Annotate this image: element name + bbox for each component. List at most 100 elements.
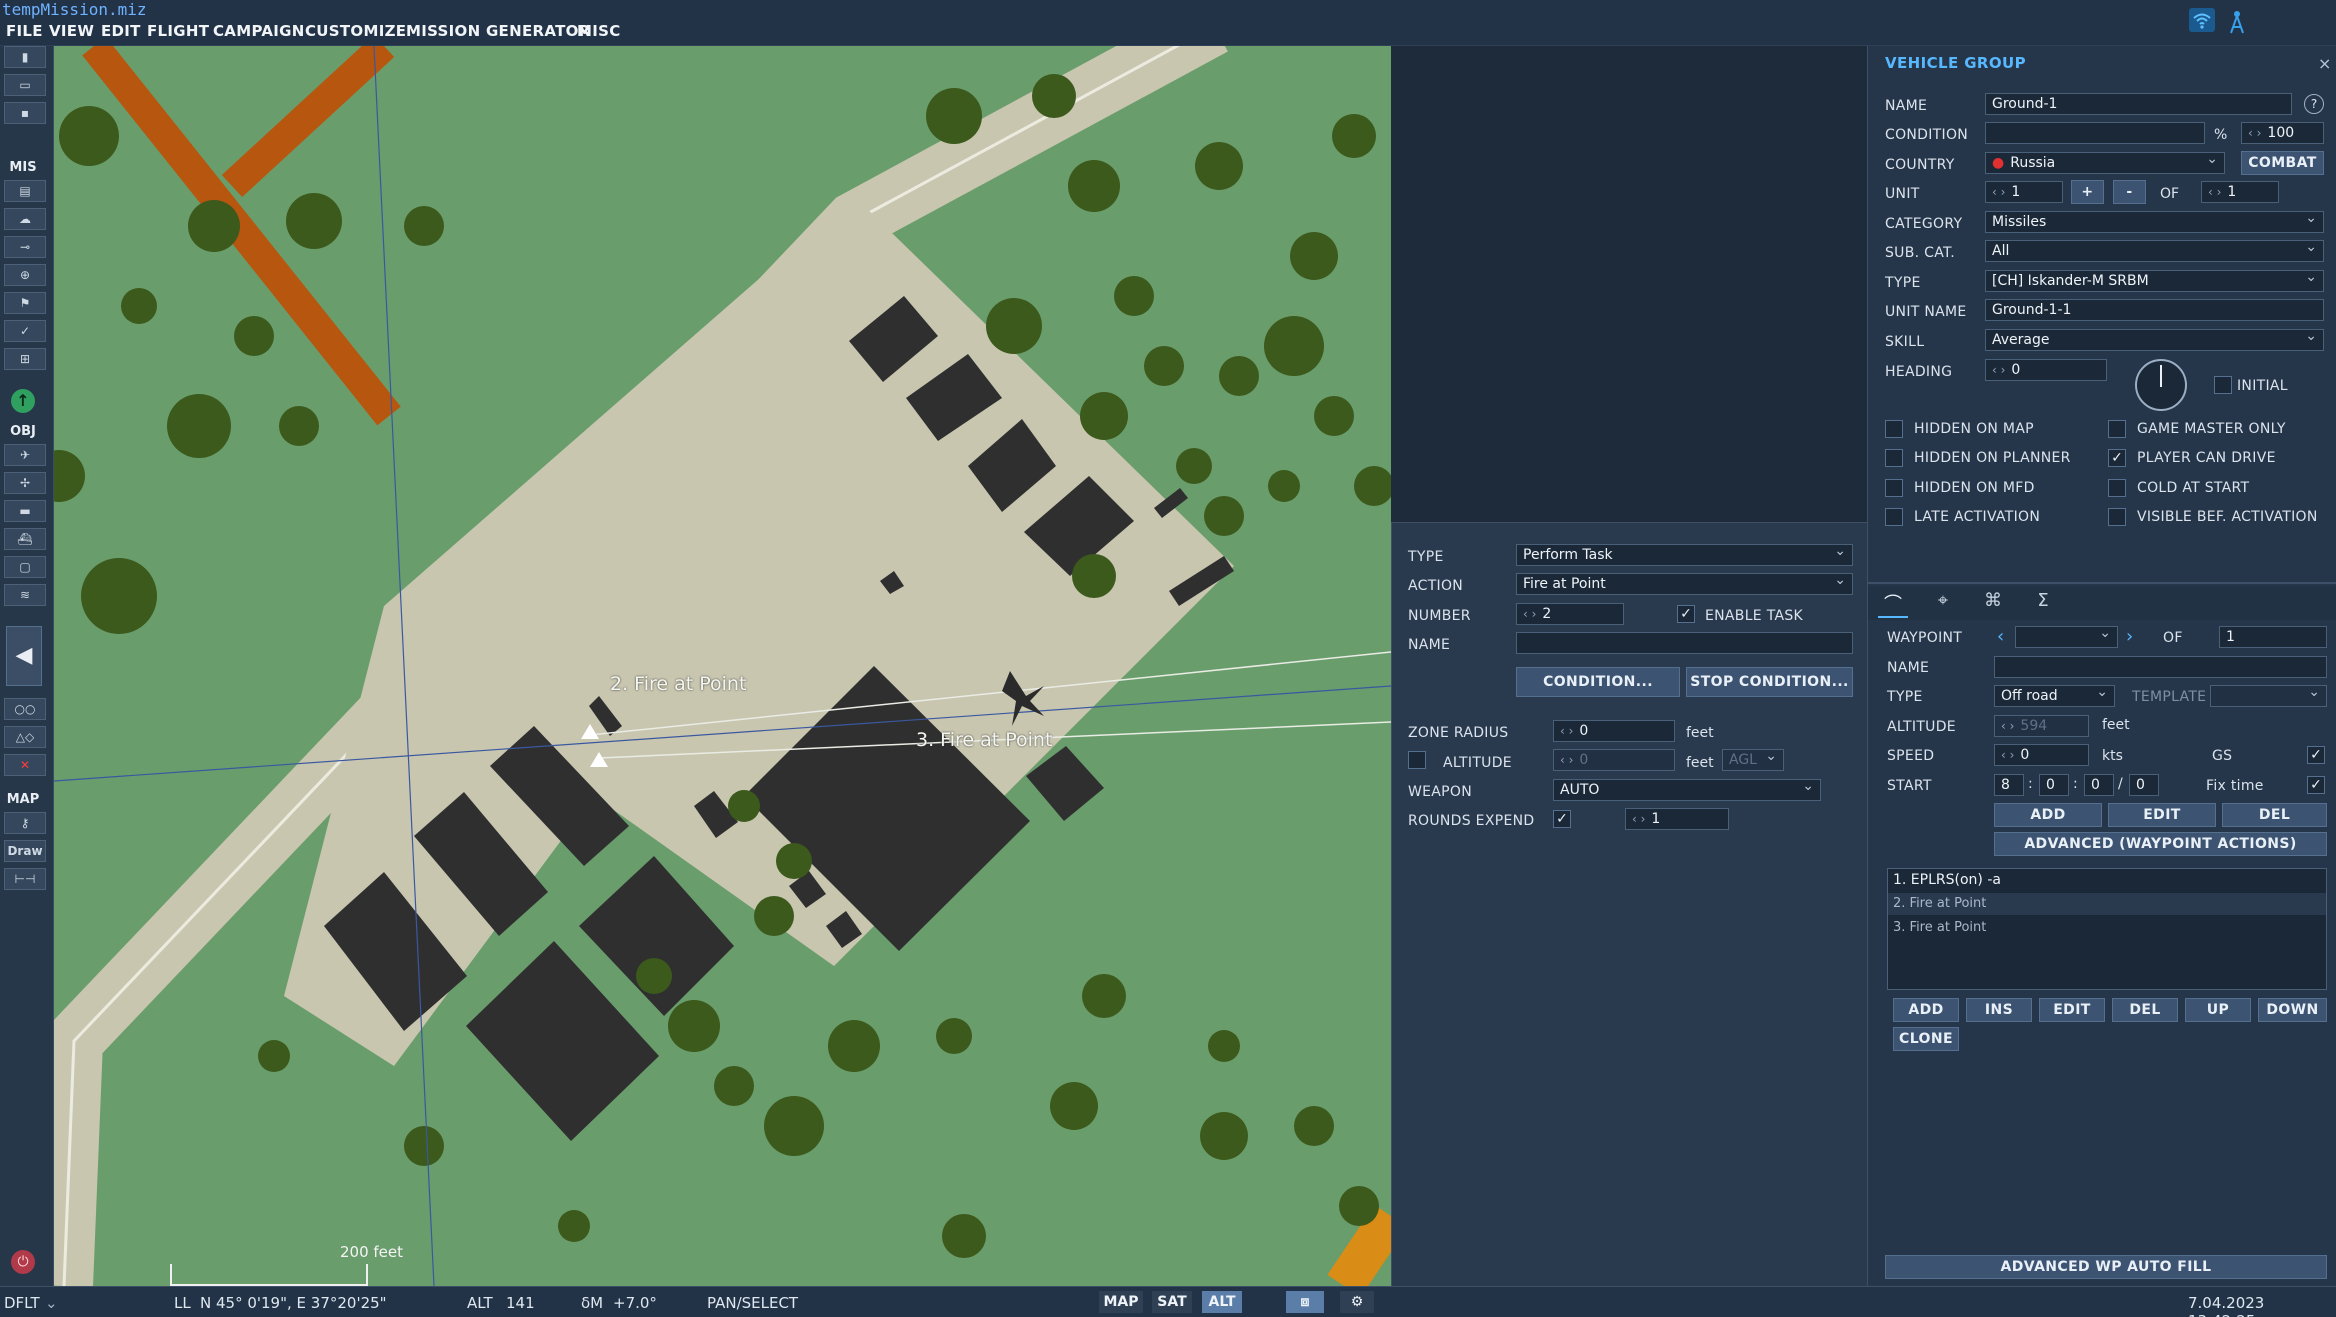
menu-flight[interactable]: FLIGHT [147, 22, 209, 40]
action-ins-button[interactable]: INS [1966, 998, 2032, 1022]
start-hour-field[interactable]: 0 [2039, 774, 2069, 796]
route-icon[interactable]: ⌒ [1878, 590, 1908, 618]
late-activation-checkbox[interactable] [1885, 508, 1903, 526]
wp-edit-button[interactable]: EDIT [2108, 803, 2216, 827]
stepper-arrows-icon[interactable]: ‹ › [1560, 753, 1573, 767]
open-icon[interactable]: ▭ [4, 74, 46, 96]
gs-checkbox[interactable]: ✓ [2307, 746, 2325, 764]
key-icon[interactable]: ⚷ [4, 812, 46, 834]
delete-icon[interactable]: ✕ [4, 754, 46, 776]
task-action-select[interactable]: Fire at Point [1516, 573, 1853, 595]
menu-customize[interactable]: CUSTOMIZE [305, 22, 406, 40]
stepper-arrows-icon[interactable]: ‹ › [1523, 607, 1536, 621]
stepper-arrows-icon[interactable]: ‹ › [2208, 185, 2221, 199]
rounds-expend-checkbox[interactable]: ✓ [1553, 810, 1571, 828]
wp-add-button[interactable]: ADD [1994, 803, 2102, 827]
alt-view-button[interactable]: ALT [1202, 1291, 1242, 1313]
stepper-arrows-icon[interactable]: ‹ › [1992, 185, 2005, 199]
combat-button[interactable]: COMBAT [2241, 151, 2324, 175]
action-del-button[interactable]: DEL [2112, 998, 2178, 1022]
zone-radius-field[interactable]: ‹ › 0 [1553, 720, 1675, 742]
map-view[interactable]: 2. Fire at Point 3. Fire at Point 200 fe… [54, 46, 1391, 1286]
wp-type-select[interactable]: Off road [1994, 685, 2115, 707]
ship-icon[interactable]: ⛴ [4, 528, 46, 550]
exit-icon[interactable]: ⏻ [11, 1250, 35, 1274]
game-master-only-checkbox[interactable] [2108, 420, 2126, 438]
template-icon[interactable]: ≋ [4, 584, 46, 606]
up-arrow-icon[interactable]: ↑ [11, 389, 35, 413]
save-icon[interactable]: ▪ [4, 102, 46, 124]
task-name-input[interactable] [1516, 632, 1853, 654]
helicopter-icon[interactable]: ✢ [4, 472, 46, 494]
target-icon[interactable]: ⌖ [1928, 590, 1958, 618]
waypoint-label[interactable]: 2. Fire at Point [610, 673, 746, 695]
help-icon[interactable]: ? [2304, 94, 2324, 114]
hidden-on-map-checkbox[interactable] [1885, 420, 1903, 438]
waypoint-select[interactable] [2015, 626, 2118, 648]
sat-view-button[interactable]: SAT [1152, 1291, 1192, 1313]
wp-of-field[interactable]: 1 [2219, 626, 2327, 648]
new-mission-icon[interactable]: ▮ [4, 46, 46, 68]
enable-task-checkbox[interactable]: ✓ [1677, 605, 1695, 623]
profile-select[interactable]: DFLT [4, 1294, 40, 1312]
action-add-button[interactable]: ADD [1893, 998, 1959, 1022]
initial-checkbox[interactable] [2214, 376, 2232, 394]
add-unit-button[interactable]: + [2071, 180, 2104, 204]
advanced-wp-auto-fill-button[interactable]: ADVANCED WP AUTO FILL [1885, 1255, 2327, 1279]
stepper-arrows-icon[interactable]: ‹ › [1992, 363, 2005, 377]
list-item[interactable]: 3. Fire at Point [1888, 917, 2326, 939]
action-up-button[interactable]: UP [2185, 998, 2251, 1022]
coord-mode[interactable]: LL [174, 1294, 191, 1312]
menu-mission-generator[interactable]: MISSION GENERATOR [406, 22, 591, 40]
start-min-field[interactable]: 0 [2084, 774, 2114, 796]
group-icon[interactable]: ○○ [4, 698, 46, 720]
weapon-select[interactable]: AUTO [1553, 779, 1821, 801]
unit-field[interactable]: ‹ › 1 [1985, 181, 2063, 203]
type-select[interactable]: [CH] Iskander-M SRBM [1985, 270, 2324, 292]
remove-unit-button[interactable]: - [2113, 180, 2146, 204]
visible-bef-activation-checkbox[interactable] [2108, 508, 2126, 526]
rounds-expend-field[interactable]: ‹ › 1 [1625, 808, 1729, 830]
weather-icon[interactable]: ☁ [4, 208, 46, 230]
unit-name-input[interactable]: Ground-1-1 [1985, 299, 2324, 321]
next-waypoint-icon[interactable]: › [2126, 626, 2133, 647]
action-edit-button[interactable]: EDIT [2039, 998, 2105, 1022]
action-clone-button[interactable]: CLONE [1893, 1027, 1959, 1051]
unit-total-field[interactable]: ‹ › 1 [2201, 181, 2279, 203]
stepper-arrows-icon[interactable]: ‹ › [2001, 719, 2014, 733]
draw-button[interactable]: Draw [4, 840, 46, 862]
stepper-arrows-icon[interactable]: ‹ › [2001, 748, 2014, 762]
antenna-icon[interactable] [2222, 8, 2252, 36]
advanced-waypoint-actions-button[interactable]: ADVANCED (WAYPOINT ACTIONS) [1994, 832, 2327, 856]
menu-campaign[interactable]: CAMPAIGN [213, 22, 305, 40]
hidden-on-planner-checkbox[interactable] [1885, 449, 1903, 467]
category-select[interactable]: Missiles [1985, 211, 2324, 233]
settings-icon[interactable]: ⚙ [1340, 1291, 1374, 1313]
target-icon[interactable]: ⊕ [4, 264, 46, 286]
list-item[interactable]: 1. EPLRS(on) -a [1888, 869, 2326, 891]
template-select[interactable] [2210, 685, 2327, 707]
close-icon[interactable]: × [2318, 54, 2331, 73]
wp-name-input[interactable] [1994, 656, 2327, 678]
briefing-icon[interactable]: ▤ [4, 180, 46, 202]
task-type-select[interactable]: Perform Task [1516, 544, 1853, 566]
condition-button[interactable]: CONDITION... [1516, 667, 1680, 697]
sequence-icon[interactable]: ⊞ [4, 348, 46, 370]
altitude-checkbox[interactable] [1408, 751, 1426, 769]
hidden-on-mfd-checkbox[interactable] [1885, 479, 1903, 497]
map-view-button[interactable]: MAP [1099, 1291, 1143, 1313]
subcat-select[interactable]: All [1985, 240, 2324, 262]
task-altitude-field[interactable]: ‹ › 0 [1553, 749, 1675, 771]
aircraft-icon[interactable]: ✈ [4, 444, 46, 466]
condition-input[interactable] [1985, 122, 2205, 144]
menu-file[interactable]: FILE [6, 22, 43, 40]
check-icon[interactable]: ✓ [4, 320, 46, 342]
player-can-drive-checkbox[interactable]: ✓ [2108, 449, 2126, 467]
stop-condition-button[interactable]: STOP CONDITION... [1686, 667, 1853, 697]
network-icon[interactable] [2187, 8, 2217, 36]
list-item[interactable]: 2. Fire at Point [1888, 893, 2326, 915]
country-select[interactable]: ● Russia [1985, 152, 2225, 174]
shapes-icon[interactable]: △◇ [4, 726, 46, 748]
trigger-zone-icon[interactable]: ⊸ [4, 236, 46, 258]
wp-del-button[interactable]: DEL [2222, 803, 2327, 827]
